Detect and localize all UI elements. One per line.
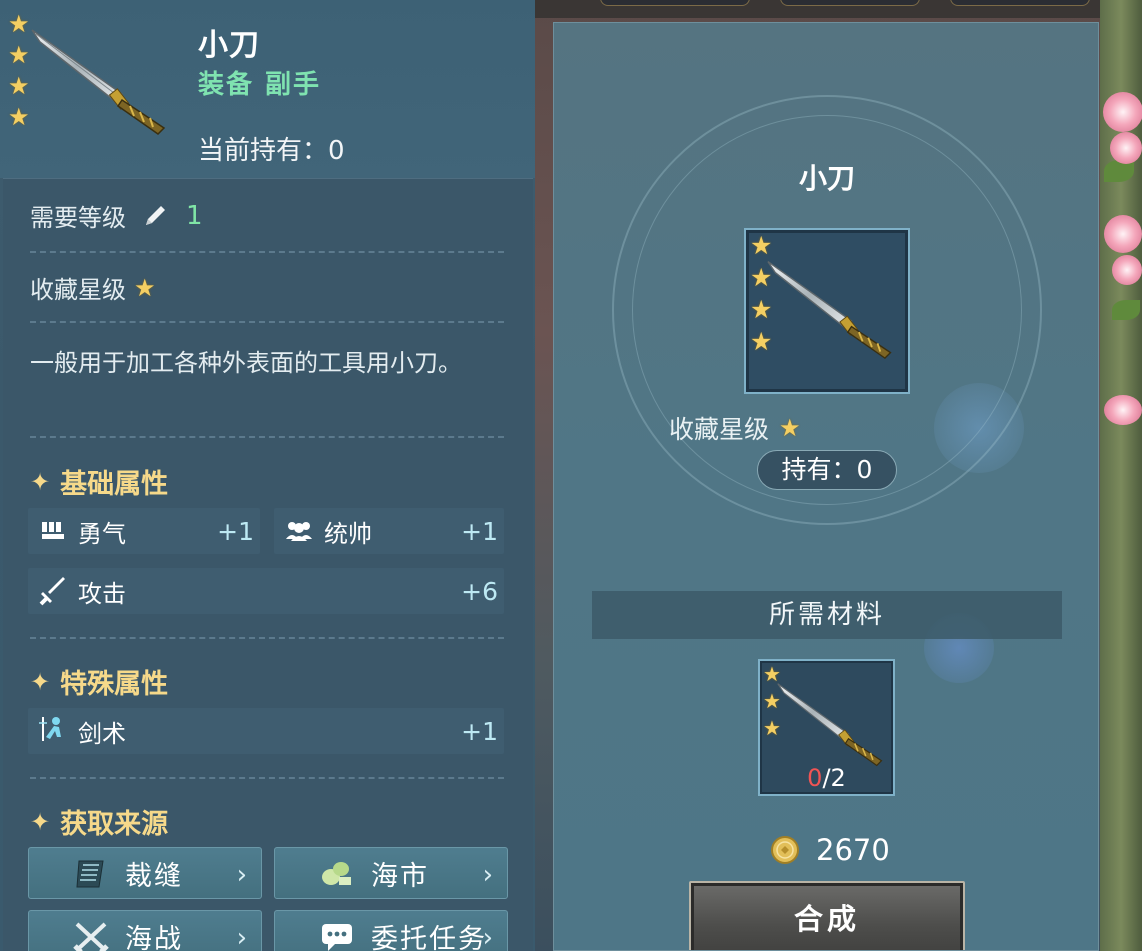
source-label: 裁缝 — [125, 860, 183, 892]
sea-market-icon — [315, 854, 359, 894]
pen-icon — [146, 205, 165, 225]
stat-label: 剑术 — [78, 719, 126, 748]
stat-row-leadership: 统帅 +1 — [274, 508, 504, 554]
craft-collect-star-row: 收藏星级 ★ — [669, 410, 801, 446]
sparkle-icon: ✦ — [30, 467, 51, 496]
section-label: 基础属性 — [60, 469, 169, 500]
item-held-count: 当前持有：0 — [198, 136, 345, 166]
chevron-right-icon: › — [236, 923, 247, 951]
flower-decoration — [1112, 255, 1142, 285]
stat-label: 攻击 — [78, 579, 126, 608]
source-button-sea-market[interactable]: 海市 › — [274, 847, 508, 899]
flower-decoration — [1103, 92, 1142, 132]
sparkle-icon: ✦ — [30, 807, 51, 836]
source-label: 海市 — [371, 860, 429, 892]
source-button-naval-battle[interactable]: 海战 › — [28, 910, 262, 951]
material-have: 0 — [807, 764, 823, 792]
item-header: ★ ★ ★ ★ 小刀 装备 副手 当前持有：0 — [0, 0, 535, 178]
chevron-right-icon: › — [236, 860, 247, 890]
sword-icon — [36, 574, 70, 608]
required-level-label: 需要等级 — [30, 204, 126, 232]
owned-count-badge: 持有：0 — [757, 450, 897, 490]
divider — [30, 251, 504, 253]
top-hud-chip — [600, 0, 750, 6]
craft-cost: 2670 — [770, 833, 890, 867]
source-button-commission[interactable]: 委托任务 › — [274, 910, 508, 951]
craft-item-name: 小刀 — [798, 162, 855, 195]
section-label: 特殊属性 — [60, 669, 169, 700]
top-hud-chip — [780, 0, 920, 6]
divider — [30, 321, 504, 323]
flower-decoration — [1110, 132, 1142, 164]
knife-icon — [777, 683, 883, 767]
collect-star-label: 收藏星级 — [669, 415, 770, 444]
item-name: 小刀 — [198, 28, 260, 63]
source-label: 海战 — [125, 923, 183, 951]
coin-icon — [771, 836, 799, 864]
special-attributes-title: ✦ 特殊属性 — [30, 662, 168, 701]
source-label: 委托任务 — [371, 923, 487, 951]
sparkle-icon: ✦ — [30, 667, 51, 696]
source-button-tailor[interactable]: 裁缝 › — [28, 847, 262, 899]
materials-header: 所需材料 — [592, 591, 1062, 639]
tailor-icon — [69, 854, 113, 894]
material-need: /2 — [822, 764, 846, 792]
item-info-panel: ★ ★ ★ ★ 小刀 装备 副手 当前持有：0 需要等级 1 收藏星级 ★ 一般… — [0, 0, 535, 951]
star-icon: ★ — [134, 273, 156, 302]
required-level-row: 需要等级 1 — [30, 198, 203, 233]
divider — [30, 637, 504, 639]
required-level-value: 1 — [186, 200, 203, 231]
stat-value: +1 — [461, 716, 498, 746]
item-type: 装备 副手 — [198, 70, 322, 100]
knife-icon — [31, 29, 166, 135]
collect-star-row: 收藏星级 ★ — [30, 270, 156, 305]
craft-panel: 小刀 ★ ★ ★ ★ 收藏星级 ★ 持有：0 所需材料 ★ ★ ★ 0/2 26… — [553, 22, 1099, 951]
stat-row-swordsmanship: 剑术 +1 — [28, 708, 504, 754]
knife-icon — [767, 261, 892, 360]
stat-value: +1 — [217, 516, 254, 546]
source-title: ✦ 获取来源 — [30, 802, 168, 841]
stat-label: 勇气 — [78, 519, 126, 548]
basic-attributes-title: ✦ 基础属性 — [30, 462, 168, 501]
item-description: 一般用于加工各种外表面的工具用小刀。 — [30, 349, 462, 377]
section-label: 获取来源 — [60, 809, 169, 840]
top-hud-chip — [950, 0, 1090, 6]
naval-battle-icon — [69, 917, 113, 951]
flower-decoration — [1104, 395, 1142, 425]
collect-star-label: 收藏星级 — [30, 276, 126, 304]
stat-label: 统帅 — [324, 519, 372, 548]
courage-icon — [36, 514, 70, 548]
divider — [30, 436, 504, 438]
stat-row-attack: 攻击 +6 — [28, 568, 504, 614]
star-icon: ★ — [779, 414, 801, 442]
craft-item-slot: ★ ★ ★ ★ — [744, 228, 910, 394]
divider — [30, 777, 504, 779]
stat-value: +1 — [461, 516, 498, 546]
stat-value: +6 — [461, 576, 498, 606]
craft-button[interactable]: 合成 — [689, 881, 965, 950]
material-slot[interactable]: ★ ★ ★ 0/2 — [758, 659, 895, 796]
swordsmanship-icon — [36, 714, 70, 748]
cost-value: 2670 — [816, 833, 890, 867]
leaf-decoration — [1112, 300, 1140, 320]
chevron-right-icon: › — [482, 923, 493, 951]
leadership-icon — [282, 514, 316, 548]
chevron-right-icon: › — [482, 860, 493, 890]
flower-decoration — [1104, 215, 1142, 253]
material-count: 0/2 — [760, 764, 893, 792]
stat-row-courage: 勇气 +1 — [28, 508, 260, 554]
commission-icon — [315, 917, 359, 951]
